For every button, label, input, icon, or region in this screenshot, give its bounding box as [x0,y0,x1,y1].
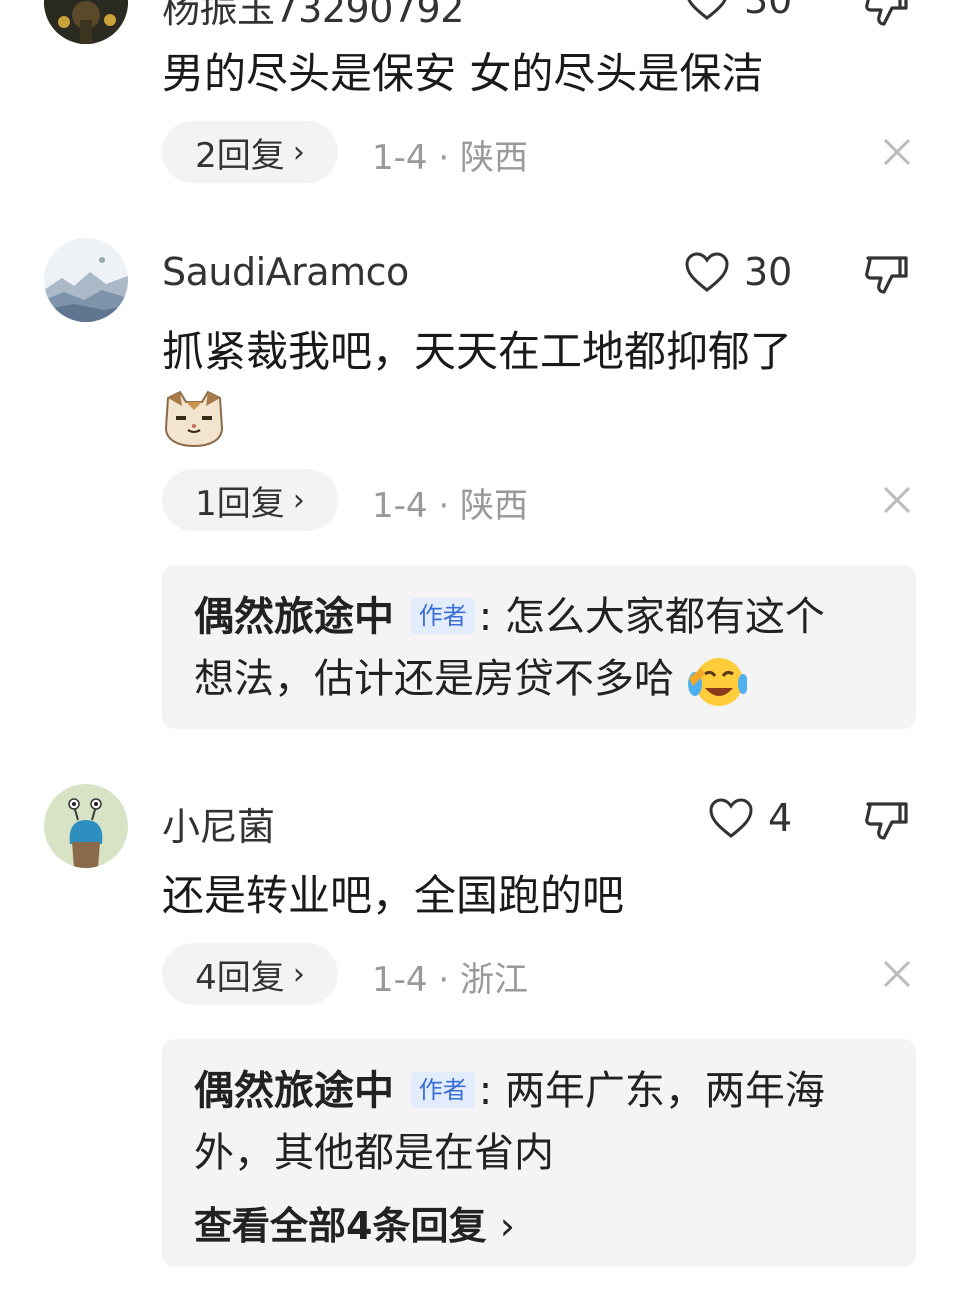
like-button[interactable]: 30 [684,0,792,22]
comment-text: 男的尽头是保安 女的尽头是保洁 [162,49,764,98]
reply-line: 偶然旅途中 作者: 怎么大家都有这个 [194,594,825,640]
avatar[interactable] [44,238,128,322]
avatar[interactable] [44,784,128,868]
view-all-label: 查看全部4条回复 [194,1204,487,1248]
username[interactable]: SaudiAramco [162,250,409,294]
laughing-crying-emoji [687,658,747,706]
reply-preview[interactable]: 偶然旅途中 作者: 怎么大家都有这个 想法，估计还是房贷不多哈 [162,565,916,729]
close-icon[interactable] [882,959,912,989]
chevron-right-icon: › [292,134,305,170]
chevron-right-icon: › [292,956,305,992]
heart-outline-icon [685,252,729,292]
username[interactable]: 小尼菌 [162,796,275,851]
like-button[interactable]: 4 [708,796,792,840]
avatar[interactable] [44,0,128,44]
replies-button[interactable]: 4回复 › [162,943,338,1005]
reply-line: 外，其他都是在省内 [194,1123,554,1183]
like-count: 30 [744,250,793,294]
close-icon[interactable] [882,485,912,515]
like-button[interactable]: 30 [684,250,792,294]
reply-text: 两年广东，两年海 [504,1068,825,1114]
comment-text: 抓紧裁我吧，天天在工地都抑郁了 [162,327,793,376]
comment-meta: 1-4 · 浙江 [372,960,528,1000]
heart-outline-icon [687,0,727,20]
thumbs-down-icon[interactable] [862,796,910,844]
comment-meta: 1-4 · 陕西 [372,138,528,178]
heart-outline-icon [709,798,753,838]
replies-label: 4回复 [195,957,285,998]
reply-preview[interactable]: 偶然旅途中 作者: 两年广东，两年海 外，其他都是在省内 查看全部4条回复 › [162,1039,916,1267]
reply-text: 外，其他都是在省内 [194,1130,554,1176]
cat-face-emoji [164,390,224,448]
replies-label: 2回复 [195,135,285,176]
thumbs-down-icon[interactable] [862,250,910,298]
author-badge: 作者 [410,598,475,634]
replies-button[interactable]: 2回复 › [162,121,338,183]
reply-line: 想法，估计还是房贷不多哈 [194,649,747,709]
reply-author[interactable]: 偶然旅途中 [194,594,394,640]
like-count: 30 [744,0,793,22]
view-all-replies-link[interactable]: 查看全部4条回复 › [194,1195,515,1250]
reply-line: 偶然旅途中 作者: 两年广东，两年海 [194,1068,825,1114]
replies-label: 1回复 [195,483,285,524]
comment-meta: 1-4 · 陕西 [372,486,528,526]
comment-text: 还是转业吧，全国跑的吧 [162,871,625,920]
replies-button[interactable]: 1回复 › [162,469,338,531]
thumbs-down-icon[interactable] [862,0,910,30]
username[interactable]: 杨振玉73290792 [162,0,464,33]
chevron-right-icon: › [292,482,305,518]
reply-author[interactable]: 偶然旅途中 [194,1068,394,1114]
chevron-right-icon: › [499,1204,515,1248]
reply-text: 想法，估计还是房贷不多哈 [194,656,674,702]
close-icon[interactable] [882,137,912,167]
reply-text: 怎么大家都有这个 [504,594,825,640]
like-count: 4 [768,796,793,840]
author-badge: 作者 [410,1072,475,1108]
